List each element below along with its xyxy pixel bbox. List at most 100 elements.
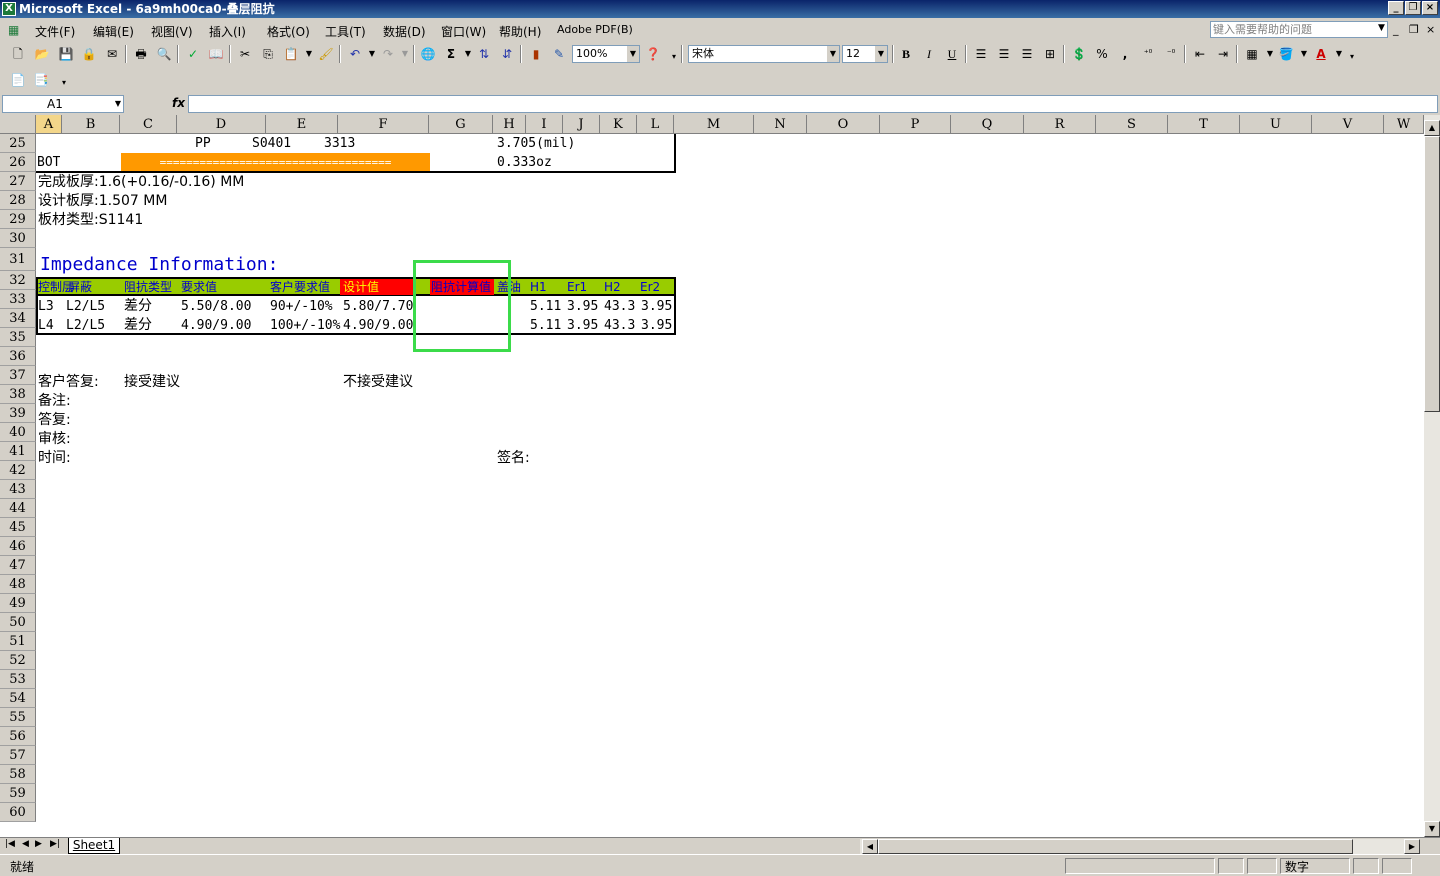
research-icon[interactable]: 📖 (208, 46, 224, 62)
worksheet-grid[interactable]: ABCDEFGHIJKLMNOPQRSTUVW 25 26 27 28 29 30 31 32… (0, 115, 1424, 838)
sort-ascending-icon[interactable]: ⇅ (476, 46, 492, 62)
last-sheet-icon[interactable]: ▶| (50, 839, 60, 849)
cell-a41[interactable]: 时间: (38, 449, 71, 468)
row-header-44[interactable]: 44 (0, 499, 36, 518)
row-header-36[interactable]: 36 (0, 347, 36, 366)
menu-edit[interactable]: 编辑(E) (93, 23, 134, 40)
scroll-left-icon[interactable]: ◀ (862, 839, 878, 854)
vertical-scroll-thumb[interactable] (1424, 136, 1440, 412)
borders-icon[interactable]: ▦ (1244, 46, 1260, 62)
increase-indent-icon[interactable]: ⇥ (1215, 46, 1231, 62)
row-header-35[interactable]: 35 (0, 328, 36, 347)
row-header-38[interactable]: 38 (0, 385, 36, 404)
font-name-dropdown-icon[interactable]: ▼ (827, 46, 839, 62)
help-icon[interactable]: ❓ (645, 46, 661, 62)
save-icon[interactable]: 💾 (58, 46, 74, 62)
email-icon[interactable]: ✉ (104, 46, 120, 62)
doc-restore-icon[interactable]: ❐ (1409, 23, 1419, 36)
permission-icon[interactable]: 🔒 (81, 46, 97, 62)
row-header-46[interactable]: 46 (0, 537, 36, 556)
currency-icon[interactable]: 💲 (1071, 46, 1087, 62)
row-header-32[interactable]: 32 (0, 271, 36, 290)
column-header-q[interactable]: Q (951, 115, 1024, 134)
cell-a28[interactable]: 设计板厚:1.507 MM (38, 192, 167, 211)
row-header-31[interactable]: 31 (0, 248, 36, 271)
row-header-29[interactable]: 29 (0, 210, 36, 229)
menu-view[interactable]: 视图(V) (151, 23, 193, 40)
row-header-54[interactable]: 54 (0, 689, 36, 708)
column-header-w[interactable]: W (1384, 115, 1424, 134)
hyperlink-icon[interactable]: 🌐 (420, 46, 436, 62)
row-header-43[interactable]: 43 (0, 480, 36, 499)
menu-adobe-pdf[interactable]: Adobe PDF(B) (557, 23, 633, 36)
column-header-o[interactable]: O (807, 115, 880, 134)
row-header-27[interactable]: 27 (0, 172, 36, 191)
copy-icon[interactable]: ⎘ (260, 46, 276, 62)
cell-c37[interactable]: 接受建议 (124, 373, 180, 392)
name-box-dropdown-icon[interactable]: ▼ (115, 96, 121, 112)
column-header-c[interactable]: C (120, 115, 177, 134)
paste-icon[interactable]: 📋 (283, 46, 299, 62)
zoom-dropdown-icon[interactable]: ▼ (627, 46, 639, 62)
column-header-b[interactable]: B (62, 115, 120, 134)
sort-descending-icon[interactable]: ⇵ (499, 46, 515, 62)
font-size-dropdown-icon[interactable]: ▼ (875, 46, 887, 62)
print-preview-icon[interactable]: 🔍 (156, 46, 172, 62)
row-header-28[interactable]: 28 (0, 191, 36, 210)
drawing-icon[interactable]: ✎ (551, 46, 567, 62)
bold-button[interactable]: B (898, 46, 914, 62)
column-header-p[interactable]: P (880, 115, 951, 134)
align-center-icon[interactable]: ☰ (996, 46, 1012, 62)
row-header-47[interactable]: 47 (0, 556, 36, 575)
menu-tools[interactable]: 工具(T) (325, 23, 366, 40)
cell-h41[interactable]: 签名: (497, 449, 530, 468)
row-header-57[interactable]: 57 (0, 746, 36, 765)
row-header-60[interactable]: 60 (0, 803, 36, 822)
row-header-48[interactable]: 48 (0, 575, 36, 594)
merge-center-icon[interactable]: ⊞ (1042, 46, 1058, 62)
next-sheet-icon[interactable]: ▶ (35, 839, 42, 849)
row-header-49[interactable]: 49 (0, 594, 36, 613)
new-icon[interactable]: 🗋 (10, 46, 26, 62)
redo-dropdown-icon[interactable]: ▼ (397, 46, 413, 62)
decrease-indent-icon[interactable]: ⇤ (1192, 46, 1208, 62)
zoom-select[interactable]: 100% ▼ (572, 45, 640, 63)
fill-color-dropdown-icon[interactable]: ▼ (1296, 46, 1312, 62)
cell-f37[interactable]: 不接受建议 (343, 373, 413, 392)
increase-decimal-icon[interactable]: ⁺⁰ (1140, 46, 1156, 62)
row-header-59[interactable]: 59 (0, 784, 36, 803)
row-header-52[interactable]: 52 (0, 651, 36, 670)
pdf-email-icon[interactable]: 📑 (33, 72, 49, 88)
chart-wizard-icon[interactable]: ▮ (528, 46, 544, 62)
menu-file[interactable]: 文件(F) (35, 23, 75, 40)
menu-format[interactable]: 格式(O) (267, 23, 310, 40)
column-header-j[interactable]: J (563, 115, 600, 134)
restore-icon[interactable]: ❐ (1405, 1, 1421, 15)
vertical-scrollbar[interactable]: ▲ ▼ (1424, 115, 1440, 838)
impedance-title[interactable]: Impedance Information: (40, 255, 278, 275)
cut-icon[interactable]: ✂ (237, 46, 253, 62)
horizontal-scrollbar[interactable]: ◀ ▶ (860, 839, 1420, 854)
help-dropdown-icon[interactable]: ▼ (1378, 23, 1385, 33)
menu-insert[interactable]: 插入(I) (209, 23, 246, 40)
close-icon[interactable]: × (1422, 1, 1438, 15)
align-left-icon[interactable]: ☰ (973, 46, 989, 62)
cell-h26[interactable]: 0.333oz (497, 153, 552, 172)
menu-window[interactable]: 窗口(W) (441, 23, 486, 40)
doc-minimize-icon[interactable]: _ (1393, 23, 1399, 36)
doc-close-icon[interactable]: × (1426, 23, 1435, 36)
cell-a40[interactable]: 审核: (38, 430, 71, 449)
align-right-icon[interactable]: ☰ (1019, 46, 1035, 62)
help-search-input[interactable]: 键入需要帮助的问题 (1210, 21, 1388, 38)
row-header-41[interactable]: 41 (0, 442, 36, 461)
borders-dropdown-icon[interactable]: ▼ (1262, 46, 1278, 62)
undo-icon[interactable]: ↶ (347, 46, 363, 62)
menu-help[interactable]: 帮助(H) (499, 23, 541, 40)
undo-dropdown-icon[interactable]: ▼ (364, 46, 380, 62)
cell-e25-a[interactable]: S0401 (252, 134, 291, 153)
column-header-k[interactable]: K (600, 115, 637, 134)
column-header-i[interactable]: I (526, 115, 563, 134)
toolbar-options-2-icon[interactable]: ▾ (1344, 49, 1360, 65)
row-header-33[interactable]: 33 (0, 290, 36, 309)
first-sheet-icon[interactable]: |◀ (5, 839, 15, 849)
